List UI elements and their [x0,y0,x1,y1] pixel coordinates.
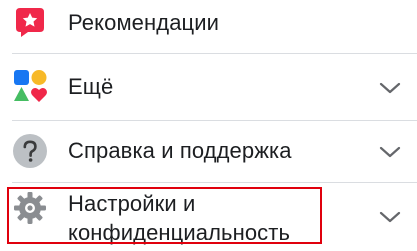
chevron-down-icon[interactable] [379,81,401,95]
menu-item-label: Справка и поддержка [68,138,292,163]
help-icon [12,133,48,169]
menu-item-help-support[interactable]: Справка и поддержка [0,121,417,181]
menu-item-label: Рекомендации [68,10,220,35]
chevron-down-icon[interactable] [379,210,401,224]
highlight-box [7,187,322,244]
chevron-down-icon[interactable] [379,145,401,159]
menu-item-label: Ещё [68,74,114,99]
menu-item-recommendations[interactable]: Рекомендации [0,0,417,52]
more-apps-icon [12,68,48,104]
recommendations-icon [12,4,48,40]
settings-menu: Рекомендации Ещё Справка и поддержка Нас… [0,0,417,251]
menu-item-more[interactable]: Ещё [0,54,417,119]
